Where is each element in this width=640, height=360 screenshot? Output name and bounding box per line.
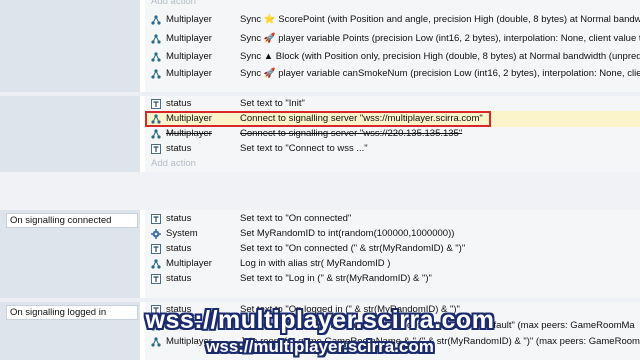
multiplayer-icon: [151, 15, 161, 25]
multiplayer-icon: [151, 259, 161, 269]
add-action-link[interactable]: Add action: [145, 0, 640, 10]
multiplayer-icon: [151, 52, 161, 62]
condition-column[interactable]: On signalling connected: [0, 210, 140, 298]
object-name: status: [166, 213, 192, 224]
event-block-sync: Add action Multiplayer Sync ⭐ ScorePoint…: [0, 0, 640, 92]
subtitle-line-2: wss://multiplayer.scirra.com: [206, 337, 434, 356]
object-name: status: [166, 143, 192, 154]
object-name: status: [166, 98, 192, 109]
text-icon: [151, 214, 161, 224]
object-name: Multiplayer: [166, 33, 212, 44]
multiplayer-icon: [151, 34, 161, 44]
actions-column: status Set text to "On connected" System…: [145, 210, 640, 298]
event-sheet: Add action Multiplayer Sync ⭐ ScorePoint…: [0, 0, 640, 360]
action-text: Set text to "Connect to wss ...": [240, 143, 368, 154]
actions-column: status Set text to "Init" Multiplayer Co…: [145, 96, 640, 172]
action-row-disabled[interactable]: Multiplayer Connect to signalling server…: [145, 126, 640, 142]
action-text: Sync ⭐ ScorePoint (with Position and ang…: [240, 14, 640, 25]
add-action-link[interactable]: Add action: [145, 156, 640, 172]
action-text: Sync 🚀 player variable Points (precision…: [240, 33, 640, 44]
multiplayer-icon: [151, 129, 161, 139]
multiplayer-icon: [151, 69, 161, 79]
action-text: Sync 🚀 player variable canSmokeNum (prec…: [240, 68, 640, 79]
subtitle-line-1: wss://multiplayer.scirra.com: [145, 306, 495, 334]
action-row[interactable]: Multiplayer Log in with alias str( MyRan…: [145, 256, 640, 272]
event-block-signalling-connected: On signalling connected status Set text …: [0, 210, 640, 298]
text-icon: [151, 144, 161, 154]
action-row[interactable]: Multiplayer Sync 🚀 player variable Point…: [145, 31, 640, 47]
action-text: Set MyRandomID to int(random(100000,1000…: [240, 228, 455, 239]
condition-column[interactable]: [0, 0, 140, 92]
object-name: status: [166, 273, 192, 284]
action-row[interactable]: status Set text to "On connected": [145, 211, 640, 227]
action-text: Set text to "On connected": [240, 213, 352, 224]
action-text: Set text to "Log in (" & str(MyRandomID)…: [240, 273, 432, 284]
action-row[interactable]: status Set text to "Init": [145, 96, 640, 112]
event-gap: [0, 172, 640, 210]
text-icon: [151, 274, 161, 284]
object-name: status: [166, 243, 192, 254]
action-text: Set text to "Init": [240, 98, 305, 109]
object-name: Multiplayer: [166, 14, 212, 25]
text-icon: [151, 244, 161, 254]
object-name: Multiplayer: [166, 51, 212, 62]
action-row[interactable]: status Set text to "Connect to wss ...": [145, 141, 640, 157]
event-block-connect: status Set text to "Init" Multiplayer Co…: [0, 96, 640, 172]
action-text: Log in with alias str( MyRandomID ): [240, 258, 391, 269]
condition-column[interactable]: [0, 96, 140, 172]
actions-column: Add action Multiplayer Sync ⭐ ScorePoint…: [145, 0, 640, 92]
action-row[interactable]: Multiplayer Sync ⭐ ScorePoint (with Posi…: [145, 12, 640, 28]
gear-icon: [151, 229, 161, 239]
action-row[interactable]: System Set MyRandomID to int(random(1000…: [145, 226, 640, 242]
object-name: Multiplayer: [166, 128, 212, 139]
action-row[interactable]: status Set text to "On connected (" & st…: [145, 241, 640, 257]
action-text: Connect to signalling server "wss://220.…: [240, 128, 463, 139]
highlight-box: [145, 111, 491, 127]
action-row[interactable]: Multiplayer Sync 🚀 player variable canSm…: [145, 66, 640, 82]
object-name: System: [166, 228, 198, 239]
action-row[interactable]: Multiplayer Sync ▲ Block (with Position …: [145, 49, 640, 65]
text-icon: [151, 99, 161, 109]
action-text: Set text to "On connected (" & str(MyRan…: [240, 243, 466, 254]
object-name: Multiplayer: [166, 258, 212, 269]
condition-label[interactable]: On signalling connected: [6, 213, 138, 228]
action-row[interactable]: status Set text to "Log in (" & str(MyRa…: [145, 271, 640, 287]
object-name: Multiplayer: [166, 68, 212, 79]
action-text: Sync ▲ Block (with Position only, precis…: [240, 51, 640, 62]
